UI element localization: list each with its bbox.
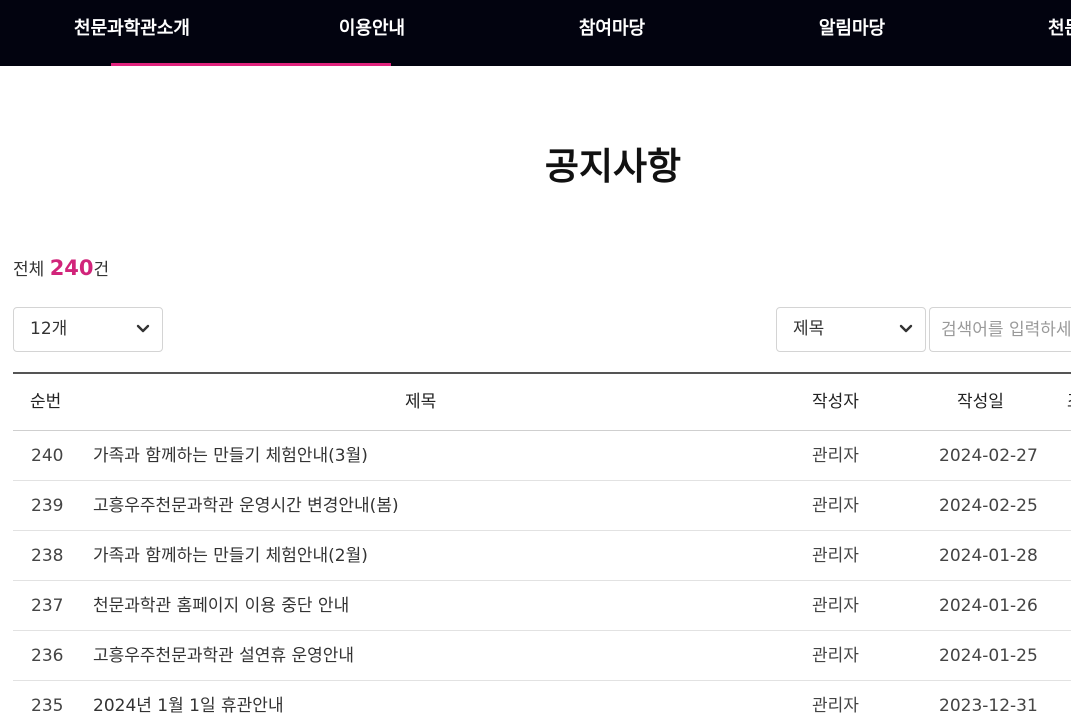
header-author: 작성자 [812, 392, 859, 412]
table-header: 순번 제목 작성자 작성일 조회 [13, 374, 1071, 431]
active-nav-indicator [111, 63, 391, 66]
nav-item-astronomy[interactable]: 천문 [1048, 0, 1071, 66]
search-input[interactable] [929, 307, 1071, 352]
header-title: 제목 [405, 392, 437, 412]
row-author: 관리자 [812, 546, 859, 566]
row-date: 2023-12-31 [939, 696, 1038, 716]
header-number: 순번 [30, 392, 62, 412]
table-row[interactable]: 237 천문과학관 홈페이지 이용 중단 안내 관리자 2024-01-26 [13, 581, 1071, 631]
row-number: 240 [31, 446, 64, 466]
row-author: 관리자 [812, 446, 859, 466]
row-title-link[interactable]: 고흥우주천문과학관 설연휴 운영안내 [93, 631, 354, 681]
row-date: 2024-01-28 [939, 546, 1038, 566]
total-prefix: 전체 [13, 260, 45, 280]
row-number: 235 [31, 696, 64, 716]
table-row[interactable]: 236 고흥우주천문과학관 설연휴 운영안내 관리자 2024-01-25 [13, 631, 1071, 681]
row-title-link[interactable]: 2024년 1월 1일 휴관안내 [93, 681, 284, 725]
row-date: 2024-01-25 [939, 646, 1038, 666]
table-row[interactable]: 235 2024년 1월 1일 휴관안내 관리자 2023-12-31 [13, 681, 1071, 725]
row-title-link[interactable]: 고흥우주천문과학관 운영시간 변경안내(봄) [93, 481, 399, 531]
per-page-select[interactable]: 12개 [13, 307, 163, 352]
header-views: 조회 [1067, 374, 1071, 431]
row-date: 2024-02-25 [939, 496, 1038, 516]
row-author: 관리자 [812, 596, 859, 616]
notice-table: 순번 제목 작성자 작성일 조회 240 가족과 함께하는 만들기 체험안내(3… [13, 372, 1071, 725]
row-title-link[interactable]: 가족과 함께하는 만들기 체험안내(3월) [93, 431, 368, 481]
row-title-link[interactable]: 천문과학관 홈페이지 이용 중단 안내 [93, 581, 349, 631]
row-date: 2024-02-27 [939, 446, 1038, 466]
total-count: 전체 240건 [13, 255, 109, 280]
per-page-value: 12개 [30, 319, 68, 339]
nav-item-about[interactable]: 천문과학관소개 [62, 0, 202, 66]
total-count-value: 240 [49, 256, 94, 280]
row-author: 관리자 [812, 696, 859, 716]
top-navigation: 천문과학관소개 이용안내 참여마당 알림마당 천문 [0, 0, 1071, 66]
search-field-select[interactable]: 제목 [776, 307, 926, 352]
row-date: 2024-01-26 [939, 596, 1038, 616]
nav-item-notices[interactable]: 알림마당 [782, 0, 922, 66]
row-title-link[interactable]: 가족과 함께하는 만들기 체험안내(2월) [93, 531, 368, 581]
row-author: 관리자 [812, 496, 859, 516]
table-row[interactable]: 240 가족과 함께하는 만들기 체험안내(3월) 관리자 2024-02-27 [13, 431, 1071, 481]
nav-item-participation[interactable]: 참여마당 [542, 0, 682, 66]
table-row[interactable]: 239 고흥우주천문과학관 운영시간 변경안내(봄) 관리자 2024-02-2… [13, 481, 1071, 531]
table-row[interactable]: 238 가족과 함께하는 만들기 체험안내(2월) 관리자 2024-01-28 [13, 531, 1071, 581]
chevron-down-icon [136, 324, 150, 333]
row-author: 관리자 [812, 646, 859, 666]
total-suffix: 건 [93, 260, 110, 280]
row-number: 239 [31, 496, 64, 516]
row-number: 236 [31, 646, 64, 666]
page-title: 공지사항 [544, 145, 682, 188]
chevron-down-icon [899, 324, 913, 333]
header-date: 작성일 [957, 392, 1004, 412]
search-field-value: 제목 [793, 319, 825, 339]
row-number: 237 [31, 596, 64, 616]
nav-item-usage-guide[interactable]: 이용안내 [302, 0, 442, 66]
row-number: 238 [31, 546, 64, 566]
